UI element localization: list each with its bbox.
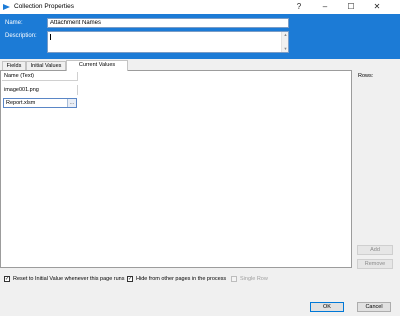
remove-row-button[interactable]: Remove	[357, 259, 393, 269]
title-bar: Collection Properties ? – ☐ ✕	[0, 0, 400, 14]
check-icon: ✓	[4, 276, 10, 282]
reset-initial-value-label: Reset to Initial Value whenever this pag…	[13, 276, 125, 282]
scroll-down-icon[interactable]: ▼	[282, 46, 289, 51]
hide-from-other-pages-label: Hide from other pages in the process	[136, 276, 227, 282]
cell-editor[interactable]: Report.xlsm ...	[3, 98, 77, 108]
description-scrollbar[interactable]: ▲ ▼	[281, 32, 288, 52]
description-label: Description:	[5, 33, 37, 39]
text-caret	[50, 34, 51, 40]
table-row[interactable]: image001.png	[2, 85, 78, 95]
rows-label: Rows:	[358, 73, 374, 79]
tab-fields[interactable]: Fields	[2, 61, 26, 70]
current-values-panel: Name (Text) image001.png Report.xlsm ...	[0, 70, 352, 268]
close-button[interactable]: ✕	[370, 0, 384, 14]
column-header-name[interactable]: Name (Text)	[2, 72, 78, 81]
name-label: Name:	[5, 20, 23, 26]
check-icon: ✓	[127, 276, 133, 282]
add-row-button[interactable]: Add	[357, 245, 393, 255]
app-icon	[3, 4, 10, 10]
scroll-up-icon[interactable]: ▲	[282, 32, 289, 37]
ok-button[interactable]: OK	[310, 302, 344, 312]
cancel-button[interactable]: Cancel	[357, 302, 391, 312]
name-field[interactable]	[47, 18, 289, 28]
tab-initial-values[interactable]: Initial Values	[26, 61, 66, 70]
single-row-label: Single Row	[240, 276, 268, 282]
tab-strip: Fields Initial Values Current Values	[0, 60, 400, 71]
tab-current-values[interactable]: Current Values	[66, 60, 128, 71]
description-field[interactable]: ▲ ▼	[47, 31, 289, 53]
unchecked-box-icon	[231, 276, 237, 282]
help-button[interactable]: ?	[292, 0, 306, 14]
minimize-button[interactable]: –	[318, 0, 332, 14]
window-title: Collection Properties	[14, 3, 74, 10]
ellipsis-button[interactable]: ...	[67, 99, 76, 107]
cell-editor-value: Report.xlsm	[6, 100, 36, 106]
maximize-button[interactable]: ☐	[344, 0, 358, 14]
